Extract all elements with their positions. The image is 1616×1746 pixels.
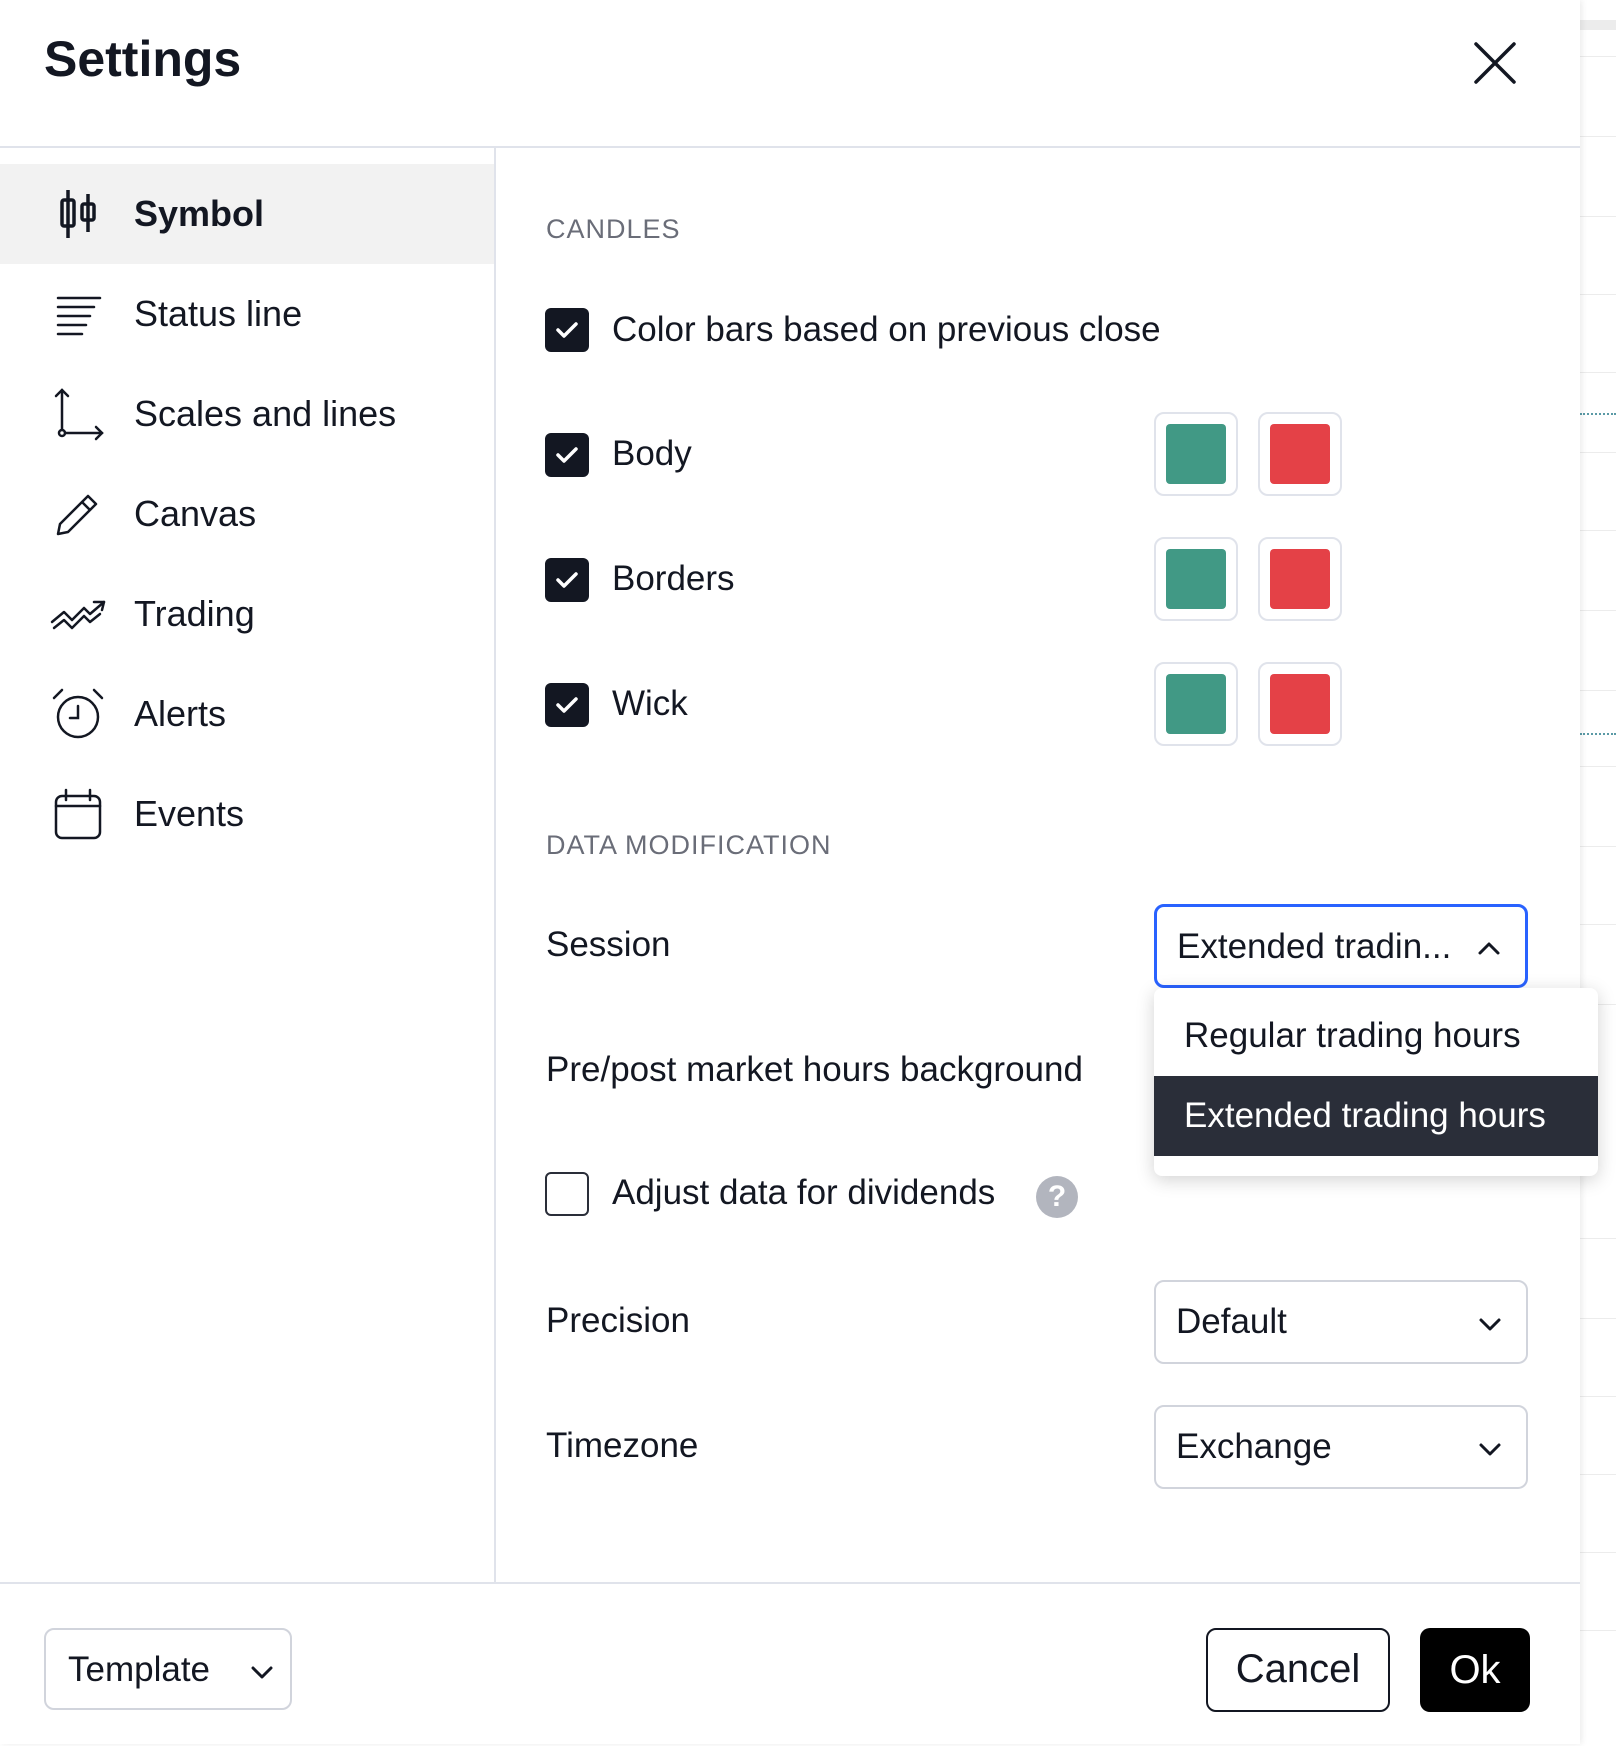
adjust-dividends-label: Adjust data for dividends <box>612 1173 996 1212</box>
sidebar-item-label: Symbol <box>134 193 265 234</box>
pencil-icon <box>50 486 106 542</box>
borders-down-color-swatch[interactable] <box>1258 537 1342 621</box>
candles-icon <box>50 186 106 242</box>
borders-label: Borders <box>612 559 735 598</box>
timezone-select-value: Exchange <box>1176 1427 1332 1466</box>
borders-up-color-fill <box>1166 549 1226 609</box>
chevron-up-icon <box>1478 942 1500 955</box>
precision-select-value: Default <box>1176 1302 1287 1341</box>
session-option-label: Extended trading hours <box>1184 1096 1546 1135</box>
sidebar-item-trading[interactable]: Trading <box>0 564 494 664</box>
sidebar-item-events[interactable]: Events <box>0 764 494 864</box>
body-label: Body <box>612 434 692 473</box>
section-title-candles: CANDLES <box>546 214 681 244</box>
body-checkbox[interactable] <box>545 433 589 477</box>
color-bars-label: Color bars based on previous close <box>612 310 1161 349</box>
timezone-label: Timezone <box>546 1426 699 1465</box>
session-option-regular[interactable]: Regular trading hours <box>1154 996 1598 1076</box>
chevron-down-icon <box>251 1666 273 1679</box>
precision-select[interactable]: Default <box>1154 1280 1528 1364</box>
background-chart-strip <box>1580 0 1616 1744</box>
settings-sidebar: Symbol Status line Scales and lines Canv… <box>0 148 496 1582</box>
chevron-down-icon <box>1479 1318 1501 1331</box>
dialog-footer: Template Cancel Ok <box>0 1582 1580 1746</box>
dialog-title: Settings <box>44 31 242 87</box>
wick-down-color-fill <box>1270 674 1330 734</box>
body-up-color-fill <box>1166 424 1226 484</box>
wick-up-color-fill <box>1166 674 1226 734</box>
cancel-button[interactable]: Cancel <box>1206 1628 1390 1712</box>
adjust-dividends-checkbox[interactable] <box>545 1172 589 1216</box>
sidebar-item-label: Events <box>134 793 245 834</box>
sidebar-item-symbol[interactable]: Symbol <box>0 164 494 264</box>
check-icon <box>556 572 578 588</box>
section-title-data-modification: DATA MODIFICATION <box>546 830 832 860</box>
sidebar-item-status-line[interactable]: Status line <box>0 264 494 364</box>
wick-up-color-swatch[interactable] <box>1154 662 1238 746</box>
color-bars-checkbox[interactable] <box>545 308 589 352</box>
template-dropdown-button[interactable]: Template <box>44 1628 292 1710</box>
sidebar-item-scales-and-lines[interactable]: Scales and lines <box>0 364 494 464</box>
sidebar-item-label: Scales and lines <box>134 393 397 434</box>
wick-label: Wick <box>612 684 688 723</box>
session-select[interactable]: Extended tradin... <box>1154 904 1528 988</box>
status-line-icon <box>50 286 106 342</box>
sidebar-item-label: Alerts <box>134 693 227 734</box>
wick-down-color-swatch[interactable] <box>1258 662 1342 746</box>
trading-icon <box>50 586 106 642</box>
borders-down-color-fill <box>1270 549 1330 609</box>
sidebar-item-label: Status line <box>134 293 303 334</box>
session-label: Session <box>546 925 671 964</box>
chevron-down-icon <box>1479 1443 1501 1456</box>
dialog-header: Settings <box>0 0 1580 148</box>
precision-label: Precision <box>546 1301 690 1340</box>
alarm-clock-icon <box>50 686 106 742</box>
session-select-value: Extended tradin... <box>1177 927 1452 966</box>
ok-button[interactable]: Ok <box>1420 1628 1530 1712</box>
timezone-select[interactable]: Exchange <box>1154 1405 1528 1489</box>
body-down-color-swatch[interactable] <box>1258 412 1342 496</box>
sidebar-item-label: Canvas <box>134 493 257 534</box>
help-icon[interactable]: ? <box>1036 1176 1078 1218</box>
scales-icon <box>50 386 106 442</box>
sidebar-item-alerts[interactable]: Alerts <box>0 664 494 764</box>
settings-dialog: Settings Symbol Status line Scales and l… <box>0 0 1580 1744</box>
borders-up-color-swatch[interactable] <box>1154 537 1238 621</box>
sidebar-item-label: Trading <box>134 593 255 634</box>
check-icon <box>556 447 578 463</box>
session-option-label: Regular trading hours <box>1184 1016 1521 1055</box>
borders-checkbox[interactable] <box>545 558 589 602</box>
session-dropdown-menu: Regular trading hours Extended trading h… <box>1154 988 1598 1176</box>
body-down-color-fill <box>1270 424 1330 484</box>
wick-checkbox[interactable] <box>545 683 589 727</box>
calendar-icon <box>50 786 106 842</box>
settings-content: CANDLES Color bars based on previous clo… <box>496 148 1580 1582</box>
close-icon[interactable] <box>1468 36 1522 90</box>
sidebar-item-canvas[interactable]: Canvas <box>0 464 494 564</box>
body-up-color-swatch[interactable] <box>1154 412 1238 496</box>
check-icon <box>556 322 578 338</box>
check-icon <box>556 697 578 713</box>
prepost-background-label: Pre/post market hours background <box>546 1050 1083 1089</box>
template-label: Template <box>68 1650 211 1689</box>
session-option-extended[interactable]: Extended trading hours <box>1154 1076 1598 1156</box>
